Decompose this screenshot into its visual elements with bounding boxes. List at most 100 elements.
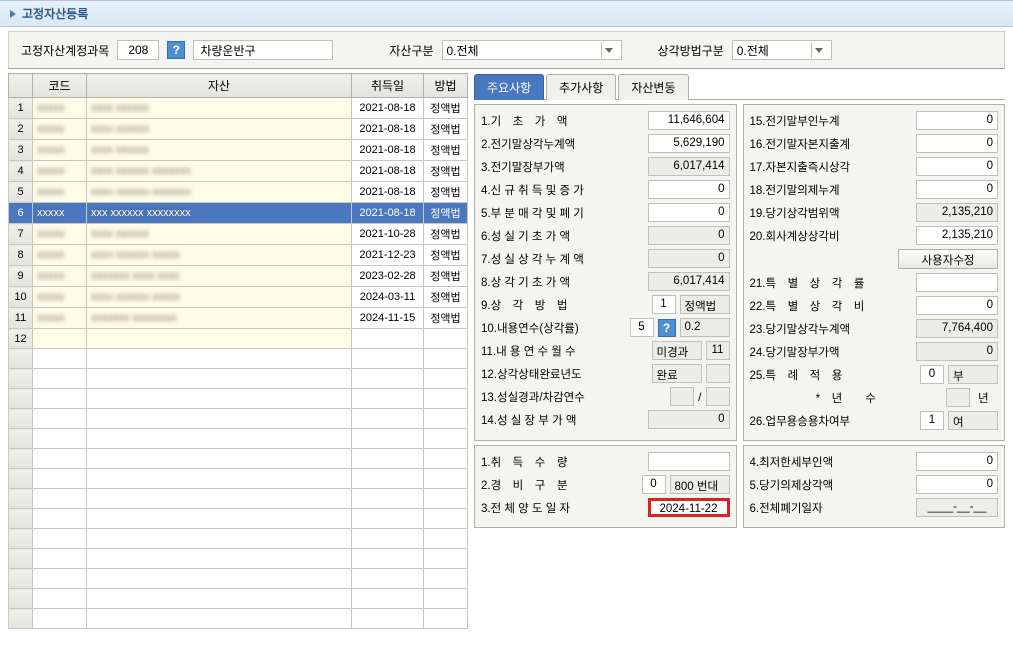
expense-name: 800 번대 [670, 475, 730, 494]
row-code: xxxxx [33, 140, 87, 161]
table-row-empty[interactable] [9, 489, 468, 509]
disposal-date-input[interactable]: ____-__-__ [916, 498, 998, 517]
row-asset: xxxxxxx xxxx xxxx [87, 266, 352, 287]
life-years[interactable]: 5 [630, 318, 654, 337]
tab-main[interactable]: 주요사항 [474, 74, 544, 100]
tab-change[interactable]: 자산변동 [618, 74, 688, 100]
table-row-empty[interactable] [9, 469, 468, 489]
table-row[interactable]: 3xxxxxxxxx xxxxxx2021-08-18정액법 [9, 140, 468, 161]
field-value[interactable]: 11,646,604 [648, 111, 730, 130]
row-number: 4 [9, 161, 33, 182]
table-row[interactable]: 8xxxxxxxxx xxxxxx xxxxx2021-12-23정액법 [9, 245, 468, 266]
row-asset: xxxx xxxxxx [87, 224, 352, 245]
complete-status: 완료 [652, 364, 702, 383]
transfer-date-input[interactable]: 2024-11-22 [648, 498, 730, 517]
row-number: 2 [9, 119, 33, 140]
field-value[interactable]: 0 [916, 111, 998, 130]
help-icon[interactable]: ? [167, 41, 185, 59]
field-value[interactable]: 0 [916, 134, 998, 153]
table-row-empty[interactable] [9, 369, 468, 389]
row-number: 7 [9, 224, 33, 245]
field-value[interactable]: 0 [916, 296, 998, 315]
table-row[interactable]: 2xxxxxxxxx xxxxxx2021-08-18정액법 [9, 119, 468, 140]
table-row-empty[interactable] [9, 389, 468, 409]
asset-type-select[interactable]: 0.전체 [442, 40, 622, 60]
curr-row: 5.당기의제상각액 0 [750, 475, 999, 494]
page-title-text: 고정자산등록 [22, 5, 88, 22]
row-method: 정액법 [424, 98, 468, 119]
field-value[interactable]: 0 [916, 180, 998, 199]
row-asset: xxxx xxxxxx xxxxxxx [87, 161, 352, 182]
row-asset: xxx xxxxxx xxxxxxxx [87, 203, 352, 224]
field-value[interactable]: 0 [648, 203, 730, 222]
diff-remain [706, 387, 730, 406]
row-code: xxxxx [33, 245, 87, 266]
table-row-empty[interactable] [9, 529, 468, 549]
table-row[interactable]: 1xxxxxxxxx xxxxxx2021-08-18정액법 [9, 98, 468, 119]
biz-name: 여 [948, 411, 998, 430]
row-code [33, 329, 87, 349]
row-asset: xxxx xxxxxx [87, 119, 352, 140]
qty-input[interactable] [648, 452, 730, 471]
account-code-input[interactable]: 208 [117, 40, 159, 60]
table-row-empty[interactable] [9, 429, 468, 449]
biz-code[interactable]: 1 [920, 411, 944, 430]
depr-method-select[interactable]: 0.전체 [732, 40, 832, 60]
row-date: 2024-11-15 [352, 308, 424, 329]
table-row[interactable]: 10xxxxxxxxx xxxxxx xxxxx2024-03-11정액법 [9, 287, 468, 308]
life-row: 10.내용연수(상각률) 5 ? 0.2 [481, 318, 730, 337]
table-row[interactable]: 9xxxxxxxxxxxx xxxx xxxx2023-02-28정액법 [9, 266, 468, 287]
method-row: 9.상 각 방 법 1 정액법 [481, 295, 730, 314]
table-row-empty[interactable] [9, 349, 468, 369]
field-row: 22.특 별 상 각 비0 [750, 296, 999, 315]
expense-code[interactable]: 0 [642, 475, 666, 494]
table-row-empty[interactable] [9, 509, 468, 529]
tab-bar: 주요사항 추가사항 자산변동 [474, 73, 1005, 100]
complete-year [706, 364, 730, 383]
row-code: xxxxx [33, 266, 87, 287]
table-row-empty[interactable] [9, 409, 468, 429]
field-value: 0 [648, 249, 730, 268]
field-row: 17.자본지출즉시상각0 [750, 157, 999, 176]
help-life-icon[interactable]: ? [658, 319, 676, 337]
field-row: 15.전기말부인누계0 [750, 111, 999, 130]
min-tax-input[interactable]: 0 [916, 452, 998, 471]
field-row: 3.전기말장부가액6,017,414 [481, 157, 730, 176]
field-value[interactable]: 5,629,190 [648, 134, 730, 153]
field-value[interactable] [916, 273, 998, 292]
special-code[interactable]: 0 [920, 365, 944, 384]
field-row: 4.신 규 취 득 및 증 가0 [481, 180, 730, 199]
field-row: 20.회사계상상각비2,135,210 [750, 226, 999, 245]
depr-method-code[interactable]: 1 [652, 295, 676, 314]
account-label: 고정자산계정과목 [21, 42, 109, 59]
row-method: 정액법 [424, 161, 468, 182]
user-edit-button[interactable]: 사용자수정 [898, 249, 998, 269]
row-date: 2021-08-18 [352, 140, 424, 161]
field-row: 2.전기말상각누계액5,629,190 [481, 134, 730, 153]
table-row[interactable]: 4xxxxxxxxx xxxxxx xxxxxxx2021-08-18정액법 [9, 161, 468, 182]
curr-depr-input[interactable]: 0 [916, 475, 998, 494]
table-row-empty[interactable] [9, 549, 468, 569]
field-value[interactable]: 0 [916, 157, 998, 176]
account-name-input[interactable] [193, 40, 333, 60]
row-code: xxxxx [33, 287, 87, 308]
table-row[interactable]: 6xxxxxxxx xxxxxx xxxxxxxx2021-08-18정액법 [9, 203, 468, 224]
row-number: 10 [9, 287, 33, 308]
table-row-empty[interactable] [9, 569, 468, 589]
table-row-empty[interactable] [9, 449, 468, 469]
table-row[interactable]: 12 [9, 329, 468, 349]
row-number: 5 [9, 182, 33, 203]
panel-bottom-right: 4.최저한세부인액 0 5.당기의제상각액 0 6.전체폐기일자 ____-__… [743, 445, 1006, 528]
row-number: 9 [9, 266, 33, 287]
table-row-empty[interactable] [9, 609, 468, 629]
field-row: 24.당기말장부가액0 [750, 342, 999, 361]
field-row: 19.당기상각범위액2,135,210 [750, 203, 999, 222]
table-row[interactable]: 11xxxxxxxxxxxx xxxxxxxx2024-11-15정액법 [9, 308, 468, 329]
field-value[interactable]: 2,135,210 [916, 226, 998, 245]
tab-extra[interactable]: 추가사항 [546, 74, 616, 100]
table-row[interactable]: 5xxxxxxxxx xxxxxx xxxxxxx2021-08-18정액법 [9, 182, 468, 203]
table-row-empty[interactable] [9, 589, 468, 609]
special-row: 25.특 례 적 용 0 부 [750, 365, 999, 384]
table-row[interactable]: 7xxxxxxxxx xxxxxx2021-10-28정액법 [9, 224, 468, 245]
field-value[interactable]: 0 [648, 180, 730, 199]
